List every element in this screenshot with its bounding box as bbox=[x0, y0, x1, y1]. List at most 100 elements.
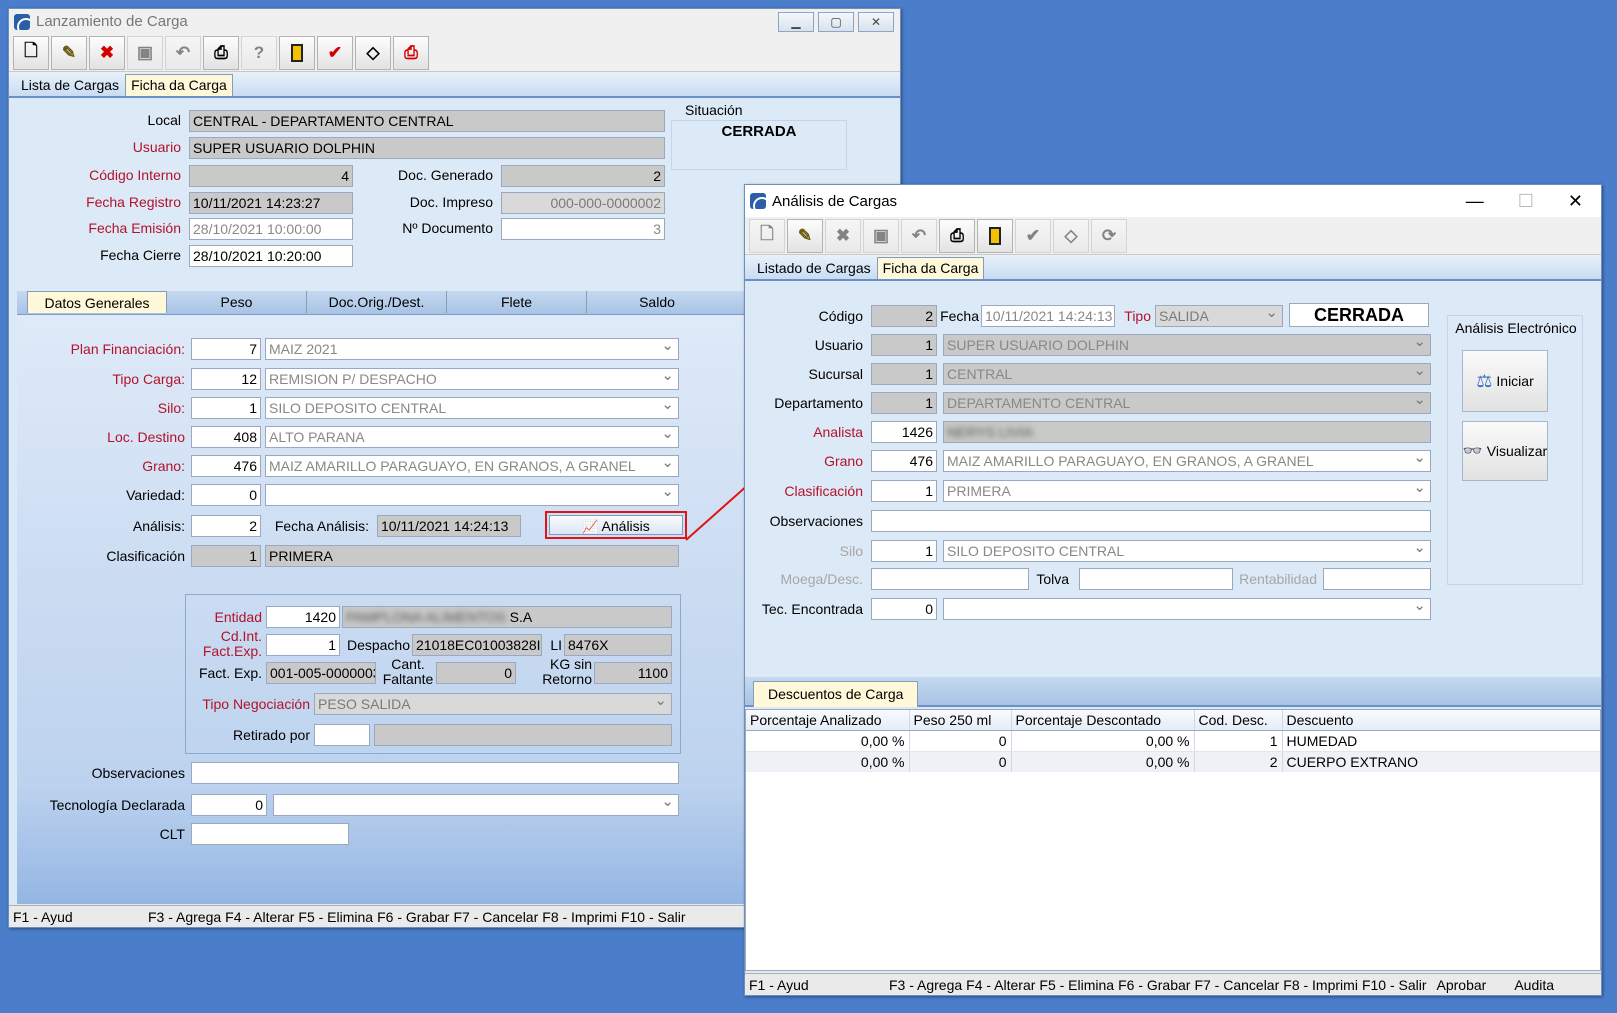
status-f1[interactable]: F1 - Ayud bbox=[9, 909, 144, 925]
status-f7[interactable]: F7 - Cancelar bbox=[453, 909, 538, 925]
col-porcentaje-descontado[interactable]: Porcentaje Descontado bbox=[1011, 710, 1195, 731]
col-cod-desc[interactable]: Cod. Desc. bbox=[1194, 710, 1283, 731]
fecha-cierre-field[interactable]: 28/10/2021 10:20:00 bbox=[189, 245, 353, 267]
status-f5[interactable]: F5 - Elimina bbox=[298, 909, 373, 925]
tab-ficha-da-carga[interactable]: Ficha da Carga bbox=[876, 257, 985, 279]
observaciones-field[interactable] bbox=[871, 510, 1431, 532]
doc-generado-field[interactable]: 2 bbox=[501, 165, 665, 187]
analisis-button[interactable]: 📈 Análisis bbox=[545, 511, 687, 539]
status-f10[interactable]: F10 - Salir bbox=[621, 909, 686, 925]
retirado-por-name-field[interactable] bbox=[374, 724, 672, 746]
tecnologia-select[interactable] bbox=[273, 794, 679, 816]
eraser-icon[interactable]: ◇ bbox=[1053, 218, 1089, 253]
tipo-select[interactable]: SALIDA bbox=[1155, 305, 1283, 327]
clasificacion-select[interactable]: PRIMERA bbox=[943, 480, 1431, 502]
kg-sin-retorno-field[interactable]: 1100 bbox=[594, 662, 672, 684]
edit-doc-icon[interactable]: ✎ bbox=[51, 35, 87, 70]
tab-lista-de-cargas[interactable]: Lista de Cargas bbox=[15, 74, 125, 96]
status-audita[interactable]: Audita bbox=[1514, 977, 1554, 993]
fecha-emision-field[interactable]: 28/10/2021 10:00:00 bbox=[189, 218, 353, 240]
refresh-icon[interactable]: ⟳ bbox=[1091, 218, 1127, 253]
minimize-button[interactable]: ▁ bbox=[778, 11, 814, 32]
status-f3[interactable]: F3 - Agrega bbox=[148, 909, 221, 925]
close-button[interactable]: ✕ bbox=[1568, 191, 1583, 212]
sucursal-code-field[interactable]: 1 bbox=[871, 363, 937, 385]
tab-datos-generales[interactable]: Datos Generales bbox=[27, 291, 167, 313]
eraser-icon[interactable]: ◇ bbox=[355, 35, 391, 70]
factexp-field[interactable]: 001-005-0000003 bbox=[266, 662, 376, 684]
variedad-select[interactable] bbox=[265, 484, 679, 506]
edit-doc-icon[interactable]: ✎ bbox=[787, 218, 823, 253]
status-f8[interactable]: F8 - Imprimi bbox=[1283, 977, 1358, 993]
usuario-select[interactable]: SUPER USUARIO DOLPHIN bbox=[943, 334, 1431, 356]
fecha-field[interactable]: 10/11/2021 14:24:13 bbox=[981, 305, 1115, 327]
clasificacion-field[interactable]: PRIMERA bbox=[265, 545, 679, 567]
tipo-carga-select[interactable]: REMISION P/ DESPACHO bbox=[265, 368, 679, 390]
li-field[interactable]: 8476X bbox=[564, 634, 672, 656]
delete-icon[interactable]: ✖ bbox=[825, 218, 861, 253]
cdint-field[interactable]: 1 bbox=[266, 634, 340, 656]
plan-select[interactable]: MAIZ 2021 bbox=[265, 338, 679, 360]
silo-select[interactable]: SILO DEPOSITO CENTRAL bbox=[943, 540, 1431, 562]
status-f1[interactable]: F1 - Ayud bbox=[745, 977, 885, 993]
status-f6[interactable]: F6 - Grabar bbox=[1118, 977, 1190, 993]
fecha-analisis-field[interactable]: 10/11/2021 14:24:13 bbox=[377, 515, 521, 537]
analista-name-field[interactable]: NERYS LIVIA bbox=[943, 421, 1431, 443]
status-f4[interactable]: F4 - Alterar bbox=[966, 977, 1035, 993]
loc-destino-select[interactable]: ALTO PARANA bbox=[265, 426, 679, 448]
despacho-field[interactable]: 21018EC01003828I bbox=[412, 634, 542, 656]
save-icon[interactable]: ▣ bbox=[863, 218, 899, 253]
observaciones-field[interactable] bbox=[191, 762, 679, 784]
status-f4[interactable]: F4 - Alterar bbox=[225, 909, 294, 925]
silo-select[interactable]: SILO DEPOSITO CENTRAL bbox=[265, 397, 679, 419]
status-f8[interactable]: F8 - Imprimi bbox=[542, 909, 617, 925]
table-row[interactable]: 0,00 % 0 0,00 % 2 CUERPO EXTRANO bbox=[746, 751, 1600, 772]
usuario-field[interactable]: SUPER USUARIO DOLPHIN bbox=[189, 137, 665, 159]
status-aprobar[interactable]: Aprobar bbox=[1437, 977, 1487, 993]
col-descuento[interactable]: Descuento bbox=[1282, 710, 1600, 731]
tec-encontrada-code-field[interactable]: 0 bbox=[871, 598, 937, 620]
loc-destino-code-field[interactable]: 408 bbox=[191, 426, 261, 448]
table-row[interactable]: 0,00 % 0 0,00 % 1 HUMEDAD bbox=[746, 730, 1600, 752]
silo-code-field[interactable]: 1 bbox=[191, 397, 261, 419]
tecnologia-code-field[interactable]: 0 bbox=[191, 794, 267, 816]
local-field[interactable]: CENTRAL - DEPARTAMENTO CENTRAL bbox=[189, 110, 665, 132]
tab-flete[interactable]: Flete bbox=[447, 291, 587, 313]
maximize-button[interactable]: ☐ bbox=[1518, 191, 1534, 212]
status-f7[interactable]: F7 - Cancelar bbox=[1194, 977, 1279, 993]
tab-peso[interactable]: Peso bbox=[167, 291, 307, 313]
iniciar-button[interactable]: ⚖ Iniciar bbox=[1462, 350, 1548, 412]
grano-code-field[interactable]: 476 bbox=[871, 450, 937, 472]
plan-code-field[interactable]: 7 bbox=[191, 338, 261, 360]
tipo-carga-code-field[interactable]: 12 bbox=[191, 368, 261, 390]
status-f5[interactable]: F5 - Elimina bbox=[1039, 977, 1114, 993]
cancel-print-icon[interactable]: ⎙ bbox=[393, 35, 429, 70]
codigo-interno-field[interactable]: 4 bbox=[189, 165, 353, 187]
new-doc-icon[interactable]: 🗋 bbox=[13, 35, 49, 70]
clasificacion-code-field[interactable]: 1 bbox=[871, 480, 937, 502]
status-f6[interactable]: F6 - Grabar bbox=[377, 909, 449, 925]
tec-encontrada-select[interactable] bbox=[943, 598, 1431, 620]
print-icon[interactable]: ⎙ bbox=[203, 35, 239, 70]
new-doc-icon[interactable]: 🗋 bbox=[749, 218, 785, 253]
grano-code-field[interactable]: 476 bbox=[191, 455, 261, 477]
nro-documento-field[interactable]: 3 bbox=[501, 218, 665, 240]
silo-code-field[interactable]: 1 bbox=[871, 540, 937, 562]
clasificacion-code-field[interactable]: 1 bbox=[191, 545, 261, 567]
check-icon[interactable]: ✔ bbox=[317, 35, 353, 70]
maximize-button[interactable]: ▢ bbox=[818, 11, 854, 32]
save-icon[interactable]: ▣ bbox=[127, 35, 163, 70]
grano-select[interactable]: MAIZ AMARILLO PARAGUAYO, EN GRANOS, A GR… bbox=[265, 455, 679, 477]
close-button[interactable]: ✕ bbox=[858, 11, 894, 32]
check-icon[interactable]: ✔ bbox=[1015, 218, 1051, 253]
delete-icon[interactable]: ✖ bbox=[89, 35, 125, 70]
tab-ficha-da-carga[interactable]: Ficha da Carga bbox=[125, 74, 233, 96]
grano-select[interactable]: MAIZ AMARILLO PARAGUAYO, EN GRANOS, A GR… bbox=[943, 450, 1431, 472]
variedad-code-field[interactable]: 0 bbox=[191, 484, 261, 506]
entidad-code-field[interactable]: 1420 bbox=[266, 606, 340, 628]
exit-door-icon[interactable] bbox=[279, 35, 315, 70]
status-f3[interactable]: F3 - Agrega bbox=[889, 977, 962, 993]
usuario-code-field[interactable]: 1 bbox=[871, 334, 937, 356]
clt-field[interactable] bbox=[191, 823, 349, 845]
entidad-name-field[interactable]: PAMPLONA ALIMENTOS S.A bbox=[342, 606, 672, 628]
